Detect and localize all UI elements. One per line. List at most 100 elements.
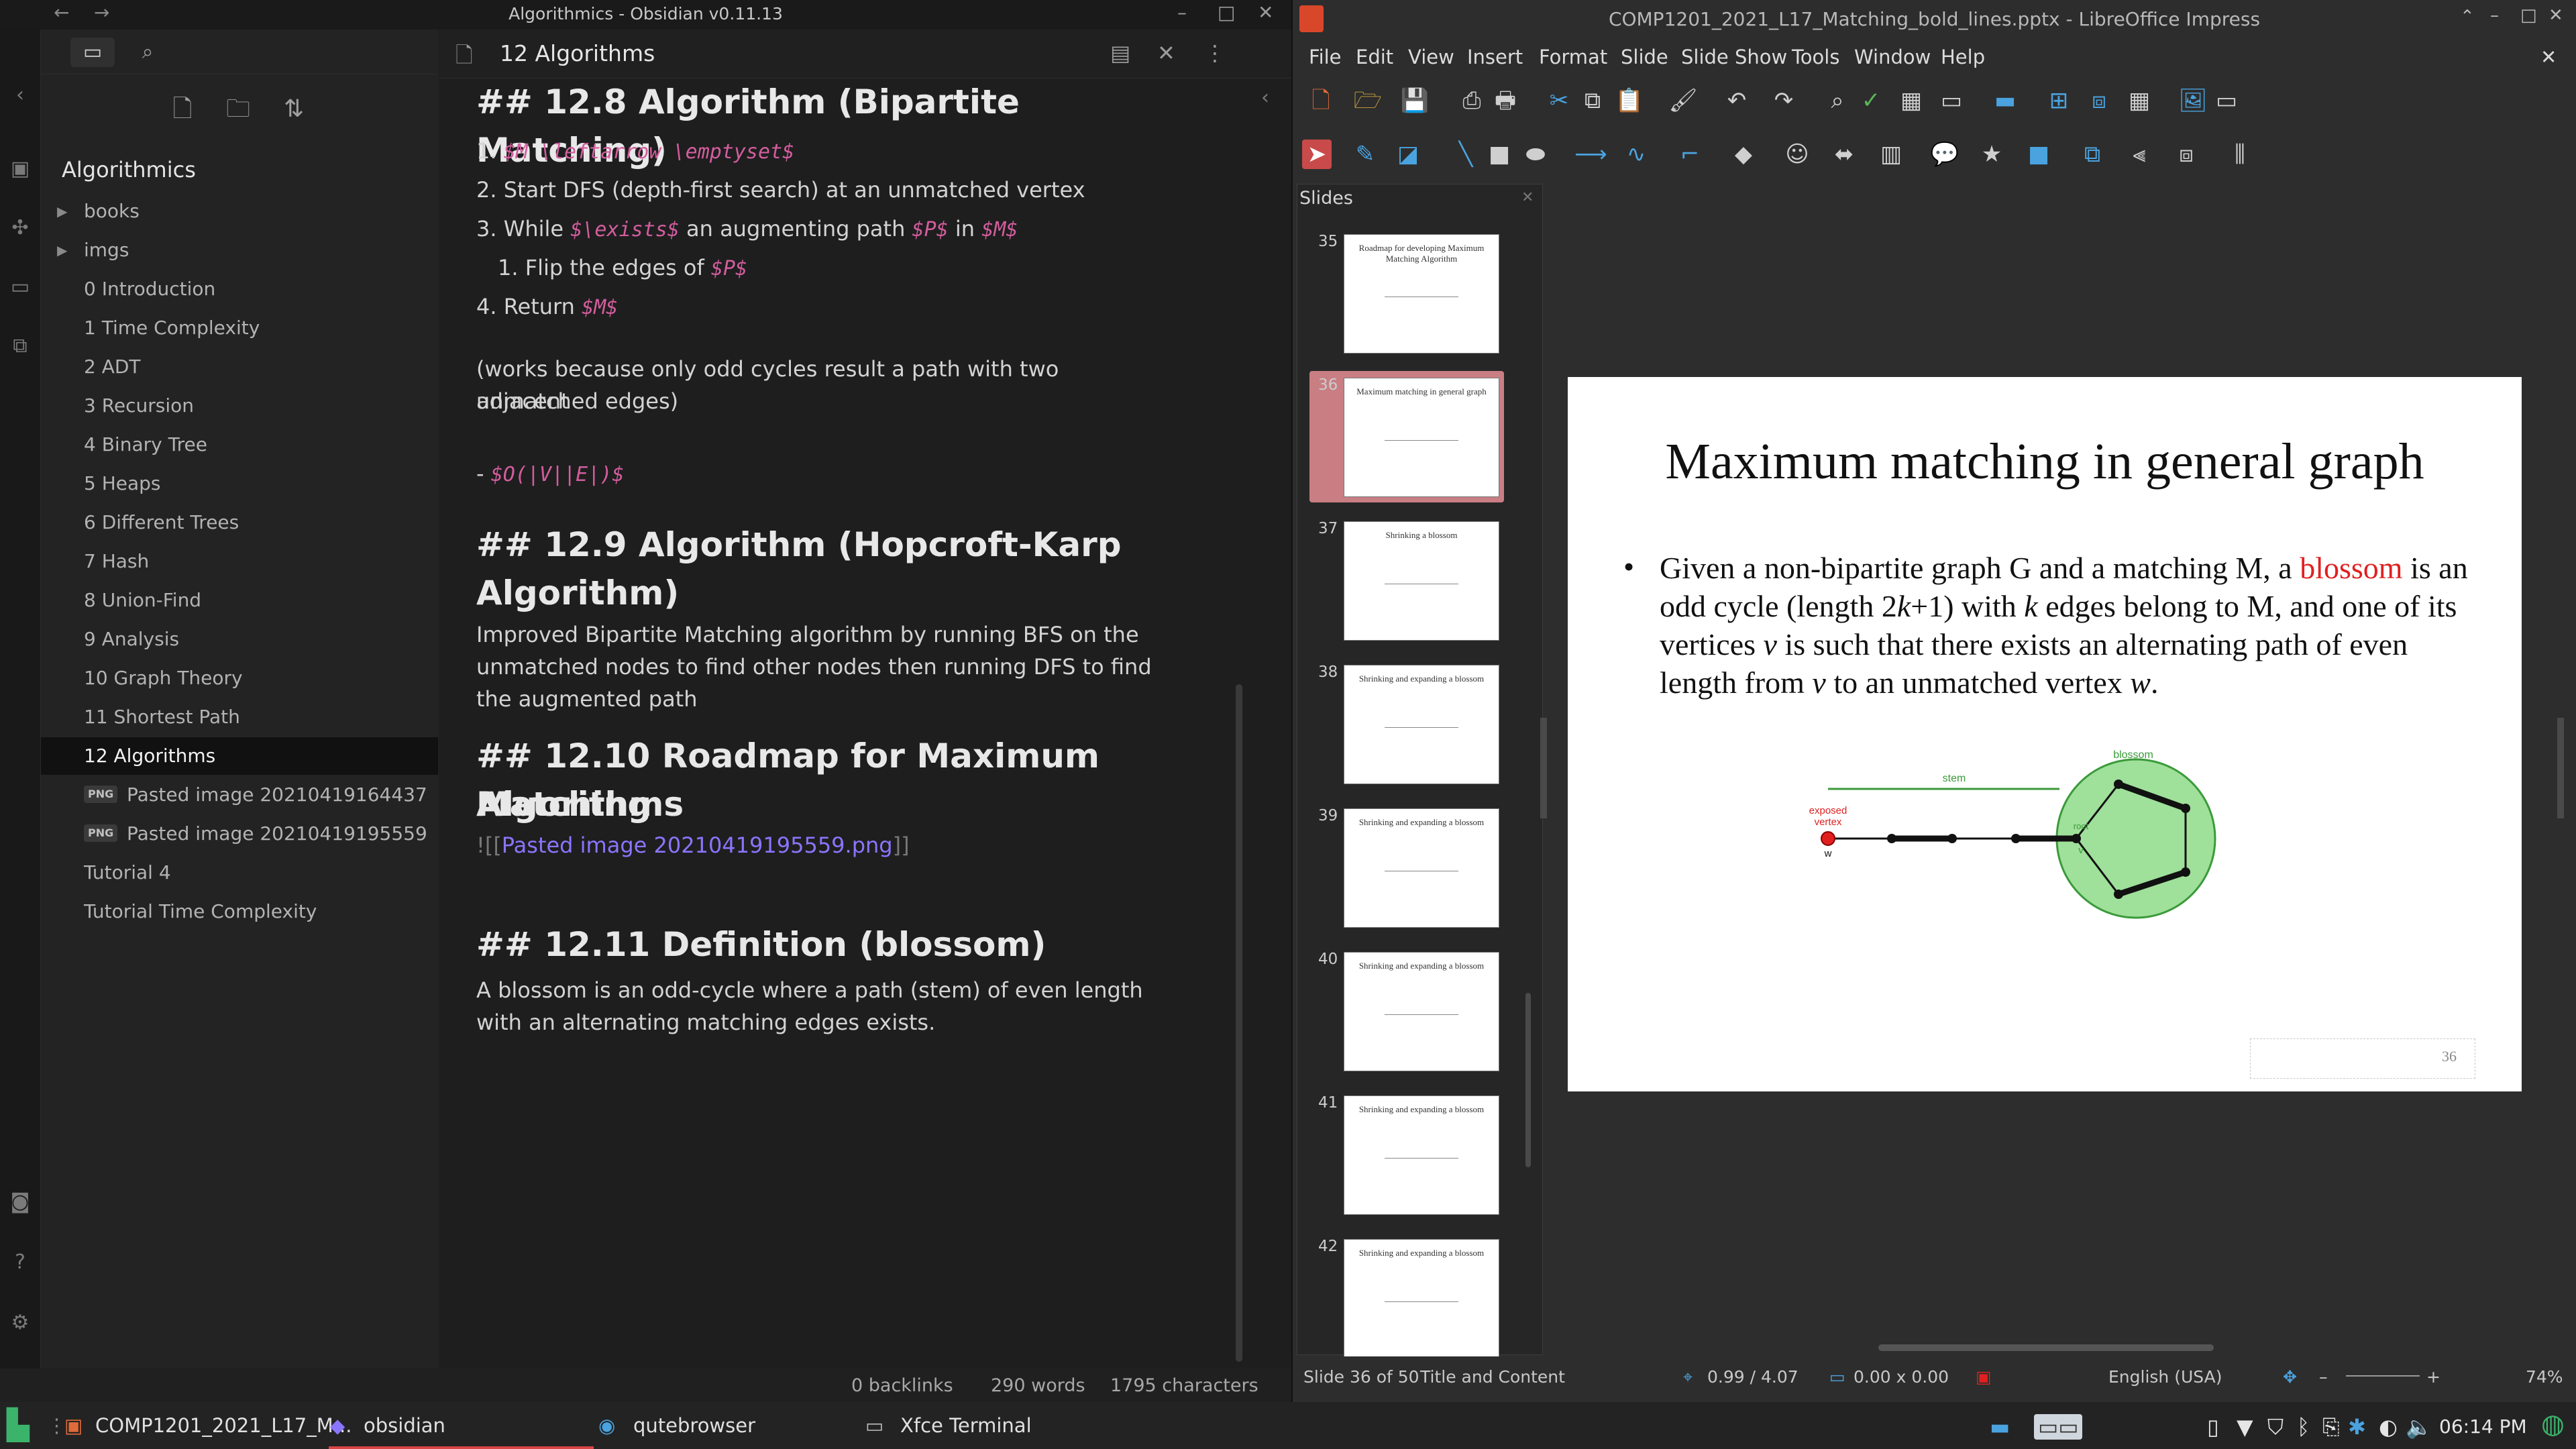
3d-objects-icon[interactable]: ■ — [2024, 140, 2053, 169]
file-explorer-tab-folder-icon[interactable]: ▭ — [70, 38, 115, 67]
slide-title[interactable]: Maximum matching in general graph — [1568, 433, 2522, 491]
select-pointer-icon[interactable]: ➤ — [1302, 140, 1332, 169]
arrow-line-icon[interactable]: ⟶ — [1574, 140, 1607, 169]
slides-pane-scrollbar[interactable] — [1525, 993, 1531, 1167]
keyboard-layout-icon[interactable]: ✱ — [2348, 1414, 2366, 1440]
volume-icon[interactable]: 🔈 — [2406, 1414, 2432, 1440]
paste-icon[interactable]: 📋 — [1615, 86, 1644, 115]
clock[interactable]: 06:14 PM — [2439, 1415, 2527, 1438]
new-icon[interactable]: 🗋 — [1306, 86, 1336, 115]
quick-switcher-icon[interactable]: ▭ — [8, 275, 32, 299]
collapse-arrow-icon[interactable]: ▶ — [57, 231, 67, 269]
find-icon[interactable]: ⌕ — [1823, 86, 1852, 115]
help-icon[interactable]: ? — [8, 1250, 32, 1275]
slide-thumbnail[interactable]: Shrinking and expanding a blossom — [1344, 952, 1499, 1071]
distribute-icon[interactable]: ⫼ — [2225, 140, 2255, 169]
collapse-arrow-icon[interactable]: ▶ — [57, 193, 67, 230]
slide-thumbnail[interactable]: Shrinking and expanding a blossom — [1344, 1095, 1499, 1215]
task-qutebrowser[interactable]: qutebrowser — [633, 1402, 755, 1449]
tree-file[interactable]: 4 Binary Tree — [41, 426, 438, 464]
slide-body-text[interactable]: Given a non-bipartite graph G and a matc… — [1660, 549, 2478, 702]
undo-icon[interactable]: ↶ — [1722, 86, 1752, 115]
close-slides-pane-icon[interactable]: ✕ — [1521, 189, 1534, 206]
close-icon[interactable]: ✕ — [1258, 1, 1273, 23]
new-slide-icon[interactable]: ⊞ — [2044, 86, 2074, 115]
new-folder-icon[interactable]: 🗀 — [221, 93, 255, 126]
language[interactable]: English (USA) — [2108, 1367, 2222, 1387]
zoom-out-icon[interactable]: – — [2319, 1367, 2328, 1387]
sidebar-splitter[interactable] — [2557, 718, 2564, 818]
zoom-level[interactable]: 74% — [2526, 1367, 2563, 1387]
slide-thumbnail[interactable]: Roadmap for developing Maximum Matching … — [1344, 234, 1499, 354]
sort-icon[interactable]: ⇅ — [277, 93, 311, 126]
clone-formatting-icon[interactable]: 🖌 — [1668, 86, 1698, 115]
settings-gear-icon[interactable]: ⚙ — [8, 1311, 32, 1335]
backlinks-count[interactable]: 0 backlinks — [851, 1375, 953, 1396]
collapse-left-icon[interactable]: ‹ — [8, 83, 32, 107]
duplicate-slide-icon[interactable]: ⧈ — [2084, 86, 2114, 115]
slide-thumbnail[interactable]: Maximum matching in general graph — [1344, 378, 1499, 497]
copy-icon[interactable]: ⧉ — [1578, 86, 1607, 115]
notifications-icon[interactable]: ◐ — [2379, 1414, 2398, 1440]
tree-folder[interactable]: ▶ imgs — [41, 231, 438, 269]
curve-icon[interactable]: ∿ — [1621, 140, 1651, 169]
fit-slide-icon[interactable]: ✥ — [2283, 1367, 2297, 1387]
tree-file[interactable]: 3 Recursion — [41, 387, 438, 425]
master-slide-icon[interactable]: ▬ — [1990, 86, 2020, 115]
graph-view-icon[interactable]: ▣ — [8, 157, 32, 181]
block-arrows-icon[interactable]: ⬌ — [1829, 140, 1859, 169]
align-objects-icon[interactable]: ⫷ — [2125, 140, 2154, 169]
maximize-icon[interactable]: □ — [1218, 1, 1235, 23]
workspace-switcher-icon[interactable]: ▭▭ — [2034, 1414, 2083, 1440]
tree-file[interactable]: 10 Graph Theory — [41, 659, 438, 697]
power-icon[interactable]: ◍ — [2541, 1409, 2565, 1440]
menu-insert[interactable]: Insert — [1467, 46, 1523, 68]
connector-icon[interactable]: ⌐ — [1675, 140, 1705, 169]
zoom-in-icon[interactable]: + — [2426, 1367, 2440, 1387]
shield-icon[interactable]: ⛉ — [2267, 1414, 2284, 1440]
horizontal-scrollbar[interactable] — [1878, 1344, 2214, 1351]
menu-tools[interactable]: Tools — [1792, 46, 1839, 68]
document-modified-icon[interactable]: ▣ — [1976, 1367, 1992, 1387]
menu-view[interactable]: View — [1408, 46, 1454, 68]
plugins-icon[interactable]: ⧉ — [8, 334, 32, 358]
bluetooth-icon[interactable]: ᛒ — [2297, 1414, 2310, 1440]
editor-scrollbar[interactable] — [1236, 684, 1242, 1362]
tree-file[interactable]: 5 Heaps — [41, 465, 438, 502]
menu-help[interactable]: Help — [1941, 46, 1985, 68]
stars-icon[interactable]: ★ — [1977, 140, 2006, 169]
close-pane-icon[interactable]: ✕ — [1157, 40, 1175, 66]
arrange-icon[interactable]: ⧈ — [2171, 140, 2201, 169]
wifi-icon[interactable]: ▼ — [2237, 1414, 2253, 1440]
line-color-icon[interactable]: ✎ — [1350, 140, 1380, 169]
menu-slide-show[interactable]: Slide Show — [1681, 46, 1787, 68]
display-views-icon[interactable]: ▭ — [1937, 86, 1966, 115]
battery-icon[interactable]: ▯ — [2207, 1414, 2219, 1440]
insert-image-icon[interactable]: 🖼 — [2178, 86, 2208, 115]
slide-thumbnail[interactable]: Shrinking and expanding a blossom — [1344, 665, 1499, 784]
collapse-right-icon[interactable]: ‹ — [1261, 86, 1269, 109]
clipboard-icon[interactable]: ⎘ — [2322, 1414, 2340, 1440]
open-icon[interactable]: 🗁 — [1353, 86, 1383, 115]
minimize-icon[interactable]: – — [1177, 1, 1187, 23]
print-icon[interactable]: 🖶 — [1491, 86, 1520, 115]
close-icon[interactable]: ✕ — [2548, 5, 2563, 25]
new-note-icon[interactable]: 🗋 — [166, 93, 199, 126]
pane-splitter[interactable] — [1540, 718, 1547, 818]
menu-window[interactable]: Window — [1854, 46, 1931, 68]
menu-edit[interactable]: Edit — [1356, 46, 1393, 68]
ellipse-icon[interactable]: ⬬ — [1521, 140, 1550, 169]
tree-file[interactable]: 12 Algorithms — [41, 737, 438, 775]
folder-icon[interactable]: ▬ — [1990, 1414, 2010, 1440]
search-tab-search-icon[interactable]: ⌕ — [125, 38, 170, 67]
spelling-icon[interactable]: ✓ — [1856, 86, 1886, 115]
callouts-icon[interactable]: 💬 — [1930, 140, 1960, 169]
slide-thumbnail[interactable]: Shrinking and expanding a blossom — [1344, 1239, 1499, 1358]
tree-file[interactable]: 1 Time Complexity — [41, 309, 438, 347]
tree-file[interactable]: 8 Union-Find — [41, 582, 438, 619]
flowchart-icon[interactable]: ▥ — [1876, 140, 1906, 169]
menu-file[interactable]: File — [1309, 46, 1342, 68]
zoom-slider[interactable] — [2346, 1375, 2420, 1377]
save-icon[interactable]: 💾 — [1400, 86, 1430, 115]
cut-icon[interactable]: ✂ — [1544, 86, 1574, 115]
